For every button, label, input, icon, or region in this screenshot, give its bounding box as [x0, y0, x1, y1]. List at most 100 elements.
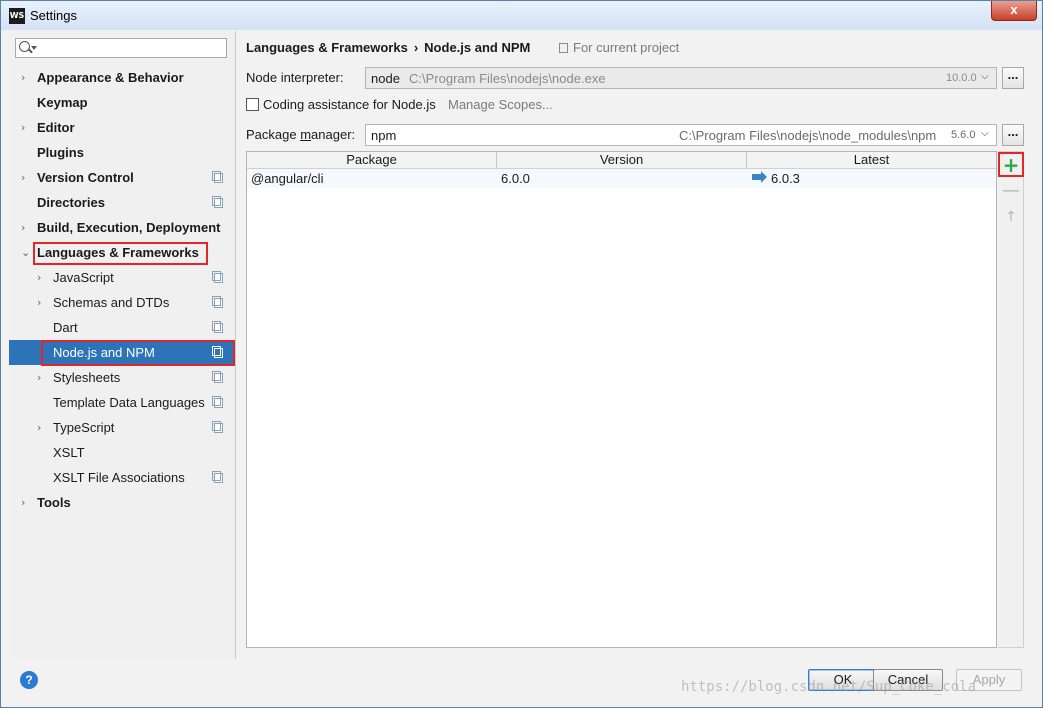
sidebar-item-label: Dart	[53, 320, 78, 335]
sidebar-item[interactable]: › TypeScript	[9, 415, 235, 440]
node-interpreter-label: Node interpreter:	[246, 70, 344, 85]
table-row[interactable]: @angular/cli 6.0.0 6.0.3	[247, 169, 996, 188]
node-interpreter-field[interactable]: node C:\Program Files\nodejs\node.exe 10…	[365, 67, 997, 89]
chevron-right-icon[interactable]: ›	[21, 115, 25, 140]
project-scope-icon	[212, 171, 223, 183]
manage-scopes-link[interactable]: Manage Scopes...	[448, 97, 553, 112]
chevron-right-icon[interactable]: ›	[37, 415, 41, 440]
sidebar-item-label: XSLT File Associations	[53, 470, 185, 485]
sidebar-item[interactable]: › Version Control	[9, 165, 235, 190]
add-package-button[interactable]: +	[1001, 155, 1021, 175]
breadcrumb: Languages & Frameworks › Node.js and NPM	[246, 40, 530, 55]
column-header-version[interactable]: Version	[497, 152, 747, 168]
sidebar-item[interactable]: Plugins	[9, 140, 235, 165]
sidebar-item[interactable]: ⌄ Languages & Frameworks	[9, 240, 235, 265]
column-header-latest[interactable]: Latest	[747, 152, 996, 168]
package-manager-browse-button[interactable]: ...	[1002, 124, 1024, 146]
sidebar-item[interactable]: Node.js and NPM	[9, 340, 235, 365]
sidebar-item[interactable]: › Build, Execution, Deployment	[9, 215, 235, 240]
package-manager-label: Package manager:	[246, 127, 355, 142]
main-panel: Languages & Frameworks › Node.js and NPM F…	[236, 31, 1036, 659]
chevron-right-icon[interactable]: ›	[37, 290, 41, 315]
sidebar-item[interactable]: › Editor	[9, 115, 235, 140]
sidebar-item-label: JavaScript	[53, 270, 114, 285]
chevron-down-icon[interactable]: ⌄	[21, 240, 30, 265]
project-scope-icon	[212, 321, 223, 333]
project-scope-icon	[212, 271, 223, 283]
package-manager-path: C:\Program Files\nodejs\node_modules\npm	[679, 128, 937, 143]
project-icon	[559, 43, 568, 53]
chevron-down-icon[interactable]: ⌵	[981, 128, 989, 139]
project-scope-icon	[212, 196, 223, 208]
upgrade-package-button[interactable]: ↑	[1001, 207, 1021, 227]
packages-table: Package Version Latest @angular/cli 6.0.…	[246, 151, 997, 648]
column-header-package[interactable]: Package	[247, 152, 497, 168]
chevron-right-icon[interactable]: ›	[21, 165, 25, 190]
chevron-right-icon[interactable]: ›	[21, 490, 25, 515]
sidebar-item-label: Stylesheets	[53, 370, 121, 385]
window-title: Settings	[30, 8, 77, 23]
sidebar-item[interactable]: › Stylesheets	[9, 365, 235, 390]
package-latest: 6.0.3	[771, 171, 800, 186]
package-name: @angular/cli	[251, 171, 324, 186]
breadcrumb-separator: ›	[413, 40, 419, 55]
package-manager-label-pre: Package	[246, 127, 301, 142]
sidebar-item-label: Languages & Frameworks	[37, 245, 199, 260]
sidebar-item[interactable]: › Tools	[9, 490, 235, 515]
package-manager-value: npm	[371, 128, 397, 143]
close-button[interactable]: x	[991, 1, 1037, 21]
project-scope-note: For current project	[559, 40, 679, 55]
chevron-right-icon[interactable]: ›	[21, 215, 25, 240]
search-options-icon[interactable]	[31, 46, 37, 50]
sidebar-item-label: Appearance & Behavior	[37, 70, 184, 85]
sidebar-item[interactable]: › Appearance & Behavior	[9, 65, 235, 90]
breadcrumb-parent: Languages & Frameworks	[246, 40, 408, 55]
project-scope-icon	[212, 346, 223, 358]
remove-package-button[interactable]: —	[1001, 181, 1021, 201]
dialog-footer: ? OK Cancel Apply https://blog.csdn.net/…	[1, 659, 1042, 707]
webstorm-icon: WS	[9, 8, 25, 24]
project-scope-icon	[212, 396, 223, 408]
sidebar-item[interactable]: Keymap	[9, 90, 235, 115]
sidebar-item[interactable]: Template Data Languages	[9, 390, 235, 415]
title-bar: WS Settings x	[1, 1, 1042, 30]
project-scope-icon	[212, 471, 223, 483]
coding-assistance-checkbox[interactable]	[246, 98, 259, 111]
sidebar-item-label: Keymap	[37, 95, 88, 110]
chevron-right-icon[interactable]: ›	[37, 265, 41, 290]
sidebar-item[interactable]: XSLT File Associations	[9, 465, 235, 490]
interpreter-version: 10.0.0	[946, 72, 977, 84]
sidebar-item[interactable]: › Schemas and DTDs	[9, 290, 235, 315]
sidebar-item[interactable]: Dart	[9, 315, 235, 340]
sidebar-item-label: Build, Execution, Deployment	[37, 220, 221, 235]
project-scope-label: For current project	[573, 40, 680, 55]
chevron-right-icon[interactable]: ›	[37, 365, 41, 390]
sidebar-item-label: Version Control	[37, 170, 134, 185]
breadcrumb-current: Node.js and NPM	[424, 40, 531, 55]
coding-assistance-label[interactable]: Coding assistance for Node.js	[263, 97, 436, 112]
package-version: 6.0.0	[501, 171, 530, 186]
sidebar-item-label: Editor	[37, 120, 75, 135]
sidebar-item[interactable]: XSLT	[9, 440, 235, 465]
search-input[interactable]	[15, 38, 227, 58]
search-icon	[19, 41, 30, 52]
sidebar-item-label: Tools	[37, 495, 71, 510]
sidebar-item[interactable]: Directories	[9, 190, 235, 215]
settings-window: WS Settings x › Appearance & Behavior Keym…	[0, 0, 1043, 708]
project-scope-icon	[212, 371, 223, 383]
sidebar-item-label: Directories	[37, 195, 105, 210]
project-scope-icon	[212, 421, 223, 433]
chevron-right-icon[interactable]: ›	[21, 65, 25, 90]
sidebar-item-label: TypeScript	[53, 420, 115, 435]
sidebar-item[interactable]: › JavaScript	[9, 265, 235, 290]
project-scope-icon	[212, 296, 223, 308]
help-icon[interactable]: ?	[20, 671, 38, 689]
interpreter-value: node	[371, 71, 400, 86]
interpreter-browse-button[interactable]: ...	[1002, 67, 1024, 89]
chevron-down-icon[interactable]: ⌵	[981, 71, 989, 82]
package-manager-field[interactable]: npm C:\Program Files\nodejs\node_modules…	[365, 124, 997, 146]
sidebar-item-label: Node.js and NPM	[53, 345, 155, 360]
sidebar-item-label: Template Data Languages	[53, 395, 205, 410]
table-header: Package Version Latest	[247, 152, 996, 169]
package-manager-version: 5.6.0	[951, 129, 976, 141]
